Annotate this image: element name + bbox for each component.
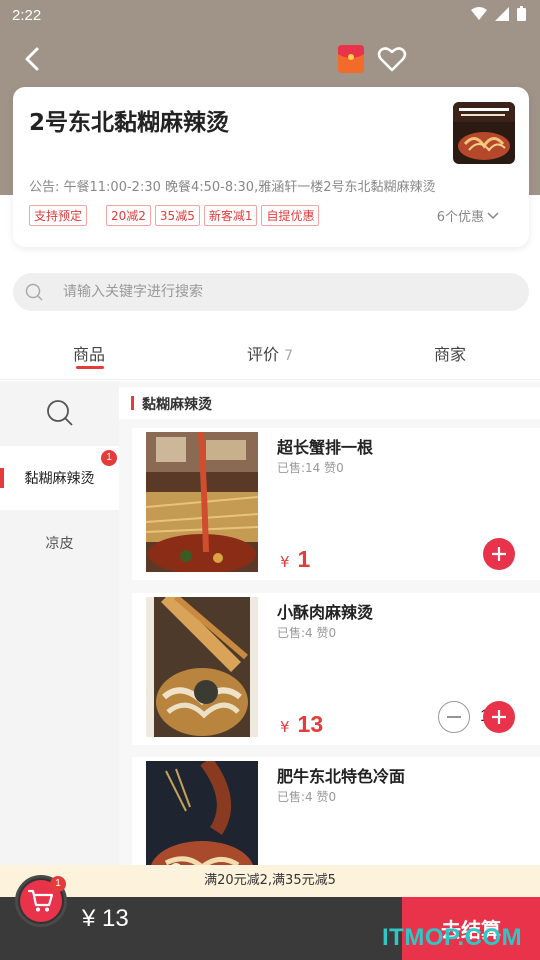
status-icons [471,6,526,21]
more-offers-label: 6个优惠 [436,210,484,225]
product-price: ¥13 [280,711,323,738]
tab-reviews-count: 7 [284,348,294,364]
battery-icon [517,6,526,21]
status-bar: 2:22 [0,0,540,32]
shop-logo-image [453,102,515,164]
plus-icon [492,710,506,724]
offer-tag: 自提优惠 [261,205,320,226]
category-count-badge: 1 [101,450,117,466]
shopping-cart-icon [28,889,54,912]
sidebar-item-label: 黏糊麻辣烫 [24,471,95,487]
product-sales: 已售:4 赞0 [277,790,337,804]
tab-products[interactable]: 商品 [73,341,105,365]
product-list: 黏糊麻辣烫 超长蟹排一根 已售:14 赞0 ¥1 小酥肉麻辣烫 已售:4 赞0 … [119,381,540,865]
offer-tag: 支持预定 [29,205,88,226]
product-image [146,761,258,865]
add-to-cart-button[interactable] [483,538,515,570]
offer-tags: 支持预定 20减2 35减5 新客减1 自提优惠 [29,205,320,226]
shop-info-card: 2号东北黏糊麻辣烫 公告: 午餐11:00-2:30 晚餐4:50-8:30,雅… [13,87,529,247]
sidebar-item-malatang[interactable]: 黏糊麻辣烫 1 [0,446,119,510]
favorite-heart-icon[interactable] [377,44,407,74]
shop-name: 2号东北黏糊麻辣烫 [29,110,230,136]
tab-merchant-label: 商家 [434,345,467,364]
product-item[interactable]: 超长蟹排一根 已售:14 赞0 ¥1 [132,428,540,580]
tab-bar: 商品 评价 7 商家 [0,325,540,380]
cart-count-badge: 1 [50,876,66,892]
section-header: 黏糊麻辣烫 [119,387,540,419]
plus-icon [492,547,506,561]
increase-quantity-button[interactable] [483,701,515,733]
product-title: 肥牛东北特色冷面 [277,767,406,786]
product-image [146,432,258,572]
offer-tag: 新客减1 [203,205,258,226]
offer-tag: 35减5 [154,205,200,226]
price-value: 13 [297,711,324,737]
category-sidebar: 黏糊麻辣烫 1 凉皮 [0,381,119,865]
sidebar-item-liangpi[interactable]: 凉皮 [0,511,119,575]
product-item[interactable]: 肥牛东北特色冷面 已售:4 赞0 [132,757,540,865]
currency-symbol: ¥ [280,553,290,571]
cart-total: ¥ 13 [82,905,129,932]
more-offers-button[interactable]: 6个优惠 [437,206,499,225]
active-indicator [0,468,4,488]
tab-reviews-label: 评价 [247,345,280,364]
currency-symbol: ¥ [280,718,290,736]
watermark-text: ITMOP.COM [382,924,523,951]
status-time: 2:22 [12,7,42,24]
price-value: 1 [297,546,311,572]
tab-reviews[interactable]: 评价 7 [247,341,293,365]
shop-notice: 公告: 午餐11:00-2:30 晚餐4:50-8:30,雅涵轩一楼2号东北黏糊… [29,180,436,195]
product-title: 小酥肉麻辣烫 [277,603,374,622]
section-title: 黏糊麻辣烫 [142,397,212,413]
product-image [146,597,258,737]
decrease-quantity-button[interactable] [438,701,470,733]
back-arrow-icon[interactable] [18,44,48,74]
search-bar [13,273,529,311]
tab-active-indicator [76,366,104,369]
section-marker [131,396,134,410]
sidebar-item-label: 凉皮 [45,536,74,552]
product-sales: 已售:14 赞0 [277,461,344,475]
promo-banner: 满20元减2,满35元减5 [0,865,540,897]
minus-icon [447,716,461,718]
search-input[interactable] [63,273,503,311]
product-price: ¥1 [280,546,310,573]
chevron-down-icon [487,211,499,219]
wifi-icon [471,6,487,20]
offer-tag: 20减2 [106,205,151,226]
tab-products-label: 商品 [73,345,106,364]
product-sales: 已售:4 赞0 [277,626,337,640]
red-packet-icon[interactable] [337,44,365,74]
signal-icon [495,6,509,21]
search-icon [25,283,43,301]
tab-merchant[interactable]: 商家 [434,341,466,365]
product-title: 超长蟹排一根 [277,438,374,457]
search-icon[interactable] [46,399,74,427]
product-item[interactable]: 小酥肉麻辣烫 已售:4 赞0 ¥13 1 [132,593,540,745]
